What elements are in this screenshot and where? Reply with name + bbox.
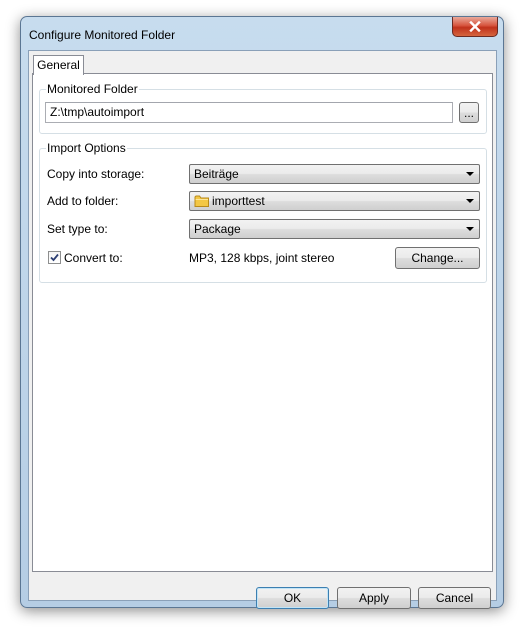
import-options-group-label: Import Options xyxy=(46,141,127,155)
add-to-folder-label: Add to folder: xyxy=(47,194,119,208)
ok-button[interactable]: OK xyxy=(256,587,329,609)
storage-dropdown[interactable]: Beiträge xyxy=(189,164,480,184)
storage-dropdown-value: Beiträge xyxy=(194,167,239,181)
close-icon xyxy=(469,21,481,32)
chevron-down-icon xyxy=(466,172,474,176)
checkmark-icon xyxy=(50,253,59,262)
dialog-window: Configure Monitored Folder General Monit… xyxy=(20,16,504,609)
folder-dropdown-value: importtest xyxy=(212,194,265,208)
change-button[interactable]: Change... xyxy=(395,247,480,269)
set-type-label: Set type to: xyxy=(47,222,108,236)
browse-button[interactable]: ... xyxy=(459,102,479,123)
dialog-client-area: General Monitored Folder Z:\tmp\autoimpo… xyxy=(28,50,497,609)
convert-format-value: MP3, 128 kbps, joint stereo xyxy=(189,251,335,265)
folder-dropdown[interactable]: importtest xyxy=(189,191,480,211)
window-title: Configure Monitored Folder xyxy=(29,28,176,42)
import-options-group: Import Options Copy into storage: Beiträ… xyxy=(39,141,487,283)
close-button[interactable] xyxy=(452,17,498,37)
chevron-down-icon xyxy=(466,199,474,203)
tab-panel-general: Monitored Folder Z:\tmp\autoimport ... I… xyxy=(32,73,493,572)
tab-general-label: General xyxy=(37,58,80,72)
folder-path-input[interactable]: Z:\tmp\autoimport xyxy=(45,102,453,123)
ok-button-label: OK xyxy=(283,591,302,605)
apply-button[interactable]: Apply xyxy=(337,587,411,609)
folder-icon xyxy=(194,195,209,207)
type-dropdown[interactable]: Package xyxy=(189,219,480,239)
browse-button-label: ... xyxy=(463,106,474,120)
monitored-folder-group: Monitored Folder Z:\tmp\autoimport ... xyxy=(39,82,487,134)
cancel-button[interactable]: Cancel xyxy=(418,587,491,609)
tab-general[interactable]: General xyxy=(33,55,84,75)
apply-button-label: Apply xyxy=(358,591,390,605)
cancel-button-label: Cancel xyxy=(435,591,474,605)
convert-to-label[interactable]: Convert to: xyxy=(64,251,123,265)
title-bar[interactable]: Configure Monitored Folder xyxy=(21,17,503,50)
chevron-down-icon xyxy=(466,227,474,231)
type-dropdown-value: Package xyxy=(194,222,241,236)
change-button-label: Change... xyxy=(411,251,464,265)
convert-checkbox[interactable] xyxy=(48,251,61,264)
copy-into-storage-label: Copy into storage: xyxy=(47,167,145,181)
monitored-folder-group-label: Monitored Folder xyxy=(46,82,139,96)
